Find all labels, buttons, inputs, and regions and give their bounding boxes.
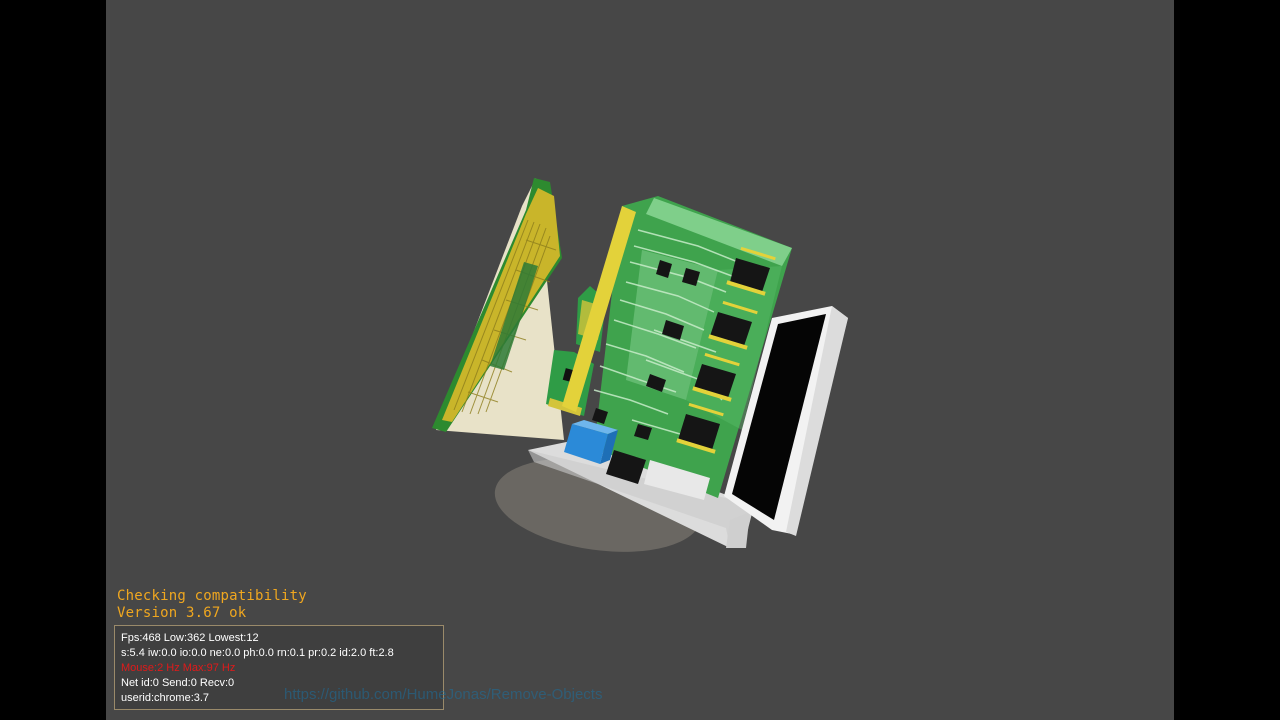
stats-fps: Fps:468 Low:362 Lowest:12 (121, 632, 259, 644)
stats-timing: s:5.4 iw:0.0 io:0.0 ne:0.0 ph:0.0 rn:0.1… (121, 647, 394, 659)
console-version-line: Version 3.67 ok (117, 605, 247, 621)
game-viewport[interactable]: Checking compatibility Version 3.67 ok F… (106, 0, 1174, 720)
overlay-url-link[interactable]: https://github.com/HumeJonas/Remove-Obje… (284, 686, 602, 703)
stats-network: Net id:0 Send:0 Recv:0 (121, 677, 235, 689)
3d-scene[interactable] (106, 0, 1174, 720)
stats-user-id: userid:chrome:3.7 (121, 692, 210, 704)
stats-mouse-rate: Mouse:2 Hz Max:97 Hz (121, 662, 236, 674)
console-status-line: Checking compatibility (117, 588, 307, 604)
cpu-chip[interactable] (432, 178, 564, 440)
